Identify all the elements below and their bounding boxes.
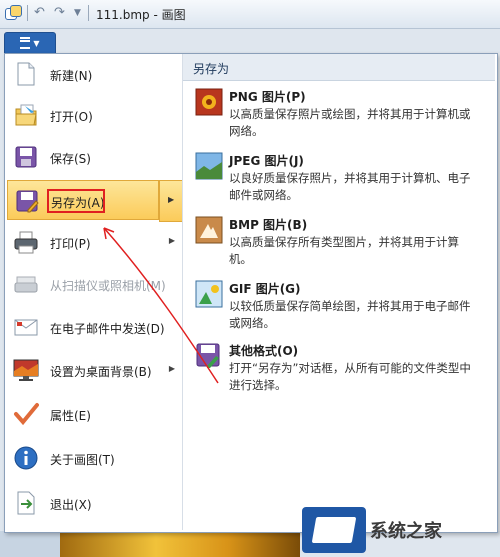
title-bar: ↶ ↷ ▼ 111.bmp - 画图	[0, 0, 500, 29]
menu-item-label: 关于画图(T)	[50, 453, 115, 467]
save-as-bmp-option[interactable]: BMP 图片(B) 以高质量保存所有类型图片，并将其用于计算机。	[183, 212, 495, 274]
submenu-title: 另存为	[193, 62, 230, 76]
paint-app-icon[interactable]	[5, 5, 22, 21]
desktop-background-icon	[13, 359, 39, 381]
canvas-image	[60, 531, 300, 557]
other-formats-icon	[196, 343, 220, 368]
application-menu: 新建(N) 打开(O) 保存(S) 另存为(A) ▶ 打印(P) ▶ 从扫描仪或…	[4, 53, 498, 533]
menu-item-label: 设置为桌面背景(B)	[50, 365, 152, 379]
save-as-submenu: 另存为 PNG 图片(P) 以高质量保存照片或绘图，并将其用于计算机或网络。 J…	[183, 54, 495, 530]
window-title: 111.bmp - 画图	[96, 8, 186, 22]
option-title: BMP 图片(B)	[229, 218, 308, 232]
menu-item-save-as[interactable]: 另存为(A)	[7, 180, 159, 220]
menu-item-scanner: 从扫描仪或照相机(M)	[7, 264, 181, 304]
option-title: PNG 图片(P)	[229, 90, 306, 104]
menu-icon	[20, 37, 31, 49]
menu-item-about[interactable]: 关于画图(T)	[7, 438, 181, 478]
scanner-icon	[14, 276, 38, 293]
option-description: 以较低质量保存简单绘图，并将其用于电子邮件或网络。	[229, 299, 471, 330]
chevron-right-icon: ▶	[168, 195, 175, 204]
menu-item-print[interactable]: 打印(P) ▶	[7, 222, 181, 262]
info-icon	[14, 446, 38, 470]
menu-item-open[interactable]: 打开(O)	[7, 95, 181, 135]
option-title: GIF 图片(G)	[229, 282, 301, 296]
menu-commands: 新建(N) 打开(O) 保存(S) 另存为(A) ▶ 打印(P) ▶ 从扫描仪或…	[5, 54, 183, 530]
submenu-header: 另存为	[183, 54, 495, 81]
save-as-icon	[16, 190, 39, 213]
menu-item-label: 属性(E)	[50, 409, 91, 423]
toolbar-separator	[88, 5, 89, 21]
menu-item-label: 新建(N)	[50, 69, 93, 83]
menu-item-label: 打印(P)	[50, 237, 91, 251]
watermark-text: 系统之家	[370, 521, 442, 542]
annotation-highlight-box	[47, 189, 105, 213]
checkmark-icon	[14, 403, 39, 426]
watermark-logo-icon	[302, 507, 366, 553]
email-icon	[14, 319, 38, 336]
chevron-right-icon: ▶	[168, 364, 175, 373]
menu-item-desktop-background[interactable]: 设置为桌面背景(B) ▶	[7, 350, 181, 390]
menu-item-label: 打开(O)	[50, 110, 93, 124]
quick-access-dropdown-icon[interactable]: ▼	[74, 5, 81, 21]
option-title: 其他格式(O)	[229, 344, 299, 358]
menu-item-label: 在电子邮件中发送(D)	[50, 322, 165, 336]
chevron-right-icon: ▶	[168, 236, 175, 245]
menu-item-new[interactable]: 新建(N)	[7, 54, 181, 94]
save-as-png-option[interactable]: PNG 图片(P) 以高质量保存照片或绘图，并将其用于计算机或网络。	[183, 84, 495, 146]
save-as-jpeg-option[interactable]: JPEG 图片(J) 以良好质量保存照片，并将其用于计算机、电子邮件或网络。	[183, 148, 495, 210]
png-image-icon	[195, 88, 223, 116]
gif-image-icon	[195, 280, 223, 308]
menu-item-label: 保存(S)	[50, 152, 91, 166]
toolbar-separator	[27, 5, 28, 21]
save-disk-icon	[15, 146, 37, 168]
save-as-gif-option[interactable]: GIF 图片(G) 以较低质量保存简单绘图，并将其用于电子邮件或网络。	[183, 276, 495, 338]
option-description: 以高质量保存所有类型图片，并将其用于计算机。	[229, 235, 459, 266]
paint-menu-button[interactable]: ▼	[4, 32, 56, 54]
new-file-icon	[17, 62, 35, 86]
site-watermark: 系统之家	[302, 503, 498, 557]
option-description: 打开“另存为”对话框，从所有可能的文件类型中进行选择。	[229, 361, 471, 392]
exit-icon	[17, 491, 35, 515]
save-as-other-formats-option[interactable]: 其他格式(O) 打开“另存为”对话框，从所有可能的文件类型中进行选择。	[183, 338, 495, 400]
option-title: JPEG 图片(J)	[229, 154, 304, 168]
canvas-background	[0, 531, 60, 557]
menu-item-label: 退出(X)	[50, 498, 92, 512]
menu-item-save[interactable]: 保存(S)	[7, 137, 181, 177]
redo-icon[interactable]: ↷	[54, 5, 65, 21]
menu-item-label: 从扫描仪或照相机(M)	[50, 279, 166, 293]
save-as-submenu-arrow[interactable]: ▶	[159, 180, 183, 222]
undo-icon[interactable]: ↶	[34, 5, 45, 21]
jpeg-image-icon	[195, 152, 223, 180]
menu-item-email[interactable]: 在电子邮件中发送(D)	[7, 307, 181, 347]
menu-tab-caret: ▼	[33, 38, 40, 48]
option-description: 以良好质量保存照片，并将其用于计算机、电子邮件或网络。	[229, 171, 471, 202]
bmp-image-icon	[195, 216, 223, 244]
open-folder-icon	[15, 104, 37, 126]
menu-item-properties[interactable]: 属性(E)	[7, 394, 181, 434]
option-description: 以高质量保存照片或绘图，并将其用于计算机或网络。	[229, 107, 471, 138]
menu-item-exit[interactable]: 退出(X)	[7, 483, 181, 523]
printer-icon	[14, 231, 38, 254]
